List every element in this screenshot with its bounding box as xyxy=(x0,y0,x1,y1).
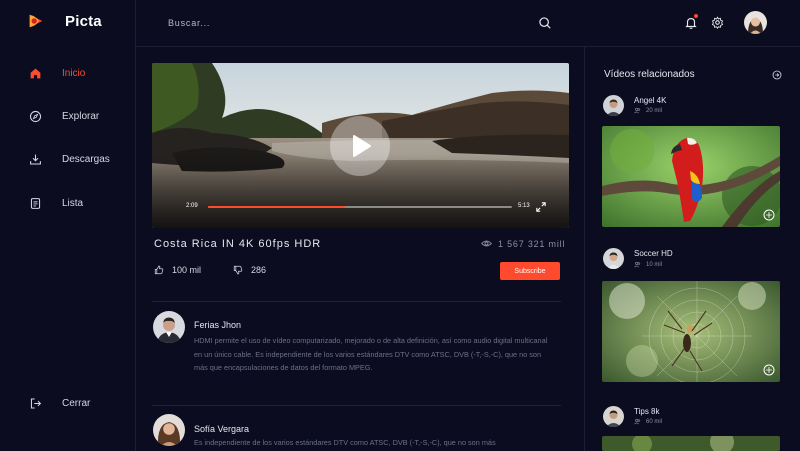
sidebar-item-label: Explorar xyxy=(62,111,100,122)
sidebar: Picta Inicio Explorar Descargas Lista Ce… xyxy=(0,0,136,451)
channel-avatar[interactable] xyxy=(603,248,624,269)
comment-author: Ferias Jhon xyxy=(194,320,242,330)
dislike-count: 286 xyxy=(251,265,267,275)
search-input[interactable] xyxy=(168,15,528,31)
like-count: 100 mil xyxy=(172,265,202,275)
logout-icon xyxy=(30,398,42,409)
channel-subs: 60 mil xyxy=(634,418,662,425)
comment-text: Es independiente de los varios estándare… xyxy=(194,438,496,447)
users-icon xyxy=(634,261,641,268)
channel-subs: 20 mil xyxy=(634,107,662,114)
eye-icon xyxy=(481,240,492,247)
sidebar-item-label: Descargas xyxy=(62,154,110,165)
channel-subs: 10 mil xyxy=(634,261,662,268)
progress-fill xyxy=(208,206,345,208)
video-title: Costa Rica IN 4K 60fps HDR xyxy=(154,238,322,250)
users-icon xyxy=(634,107,641,114)
comment-text: HDMI permite el uso de vídeo computariza… xyxy=(194,336,548,372)
download-icon xyxy=(30,154,41,165)
sidebar-item-inicio[interactable]: Inicio xyxy=(29,67,85,80)
dislike-button[interactable]: 286 xyxy=(233,265,266,275)
view-count: 1 567 321 mill xyxy=(481,238,565,249)
channel-avatar[interactable] xyxy=(603,95,624,116)
related-thumbnail[interactable] xyxy=(602,281,780,382)
network-badge-icon xyxy=(763,209,775,221)
comment-avatar[interactable] xyxy=(153,311,185,343)
comment-avatar[interactable] xyxy=(153,414,185,446)
subscribe-button[interactable]: Subscribe xyxy=(500,262,560,280)
sidebar-item-lista[interactable]: Lista xyxy=(29,197,83,210)
related-title: Vídeos relacionados xyxy=(604,69,695,80)
sidebar-item-label: Lista xyxy=(62,198,84,209)
channel-name[interactable]: Tips 8k xyxy=(634,407,660,416)
view-count-text: 1 567 321 mill xyxy=(498,238,566,249)
thumbs-up-icon xyxy=(154,265,164,275)
home-icon xyxy=(30,68,41,79)
channel-name[interactable]: Angel 4K xyxy=(634,96,666,105)
network-badge-icon xyxy=(763,364,775,376)
logout-label: Cerrar xyxy=(62,398,91,409)
bell-icon[interactable] xyxy=(684,16,698,30)
users-icon xyxy=(634,418,641,425)
brand[interactable]: Picta xyxy=(27,12,102,30)
logout-button[interactable]: Cerrar xyxy=(29,397,90,410)
fullscreen-icon[interactable] xyxy=(536,202,546,212)
channel-avatar[interactable] xyxy=(603,406,624,427)
play-button[interactable] xyxy=(330,116,390,176)
like-button[interactable]: 100 mil xyxy=(154,265,201,275)
gear-icon[interactable] xyxy=(711,16,724,29)
comment-author: Sofía Vergara xyxy=(194,424,250,434)
sidebar-item-explorar[interactable]: Explorar xyxy=(29,110,99,123)
thumbs-down-icon xyxy=(233,265,243,275)
search-icon[interactable] xyxy=(538,16,552,30)
arrow-right-circle-icon[interactable] xyxy=(772,70,782,80)
notification-dot xyxy=(694,14,698,18)
user-avatar[interactable] xyxy=(744,11,767,34)
top-header xyxy=(136,0,800,47)
duration-time: 5:13 xyxy=(518,203,530,209)
brand-name: Picta xyxy=(65,12,102,30)
picta-logo-icon xyxy=(29,14,43,28)
compass-icon xyxy=(29,110,42,123)
channel-name[interactable]: Soccer HD xyxy=(634,249,673,258)
current-time: 2:09 xyxy=(186,203,198,209)
related-thumbnail[interactable] xyxy=(602,436,780,451)
play-icon xyxy=(353,135,371,157)
progress-bar[interactable] xyxy=(208,206,512,208)
sidebar-item-label: Inicio xyxy=(62,68,86,79)
divider xyxy=(152,301,561,302)
divider xyxy=(152,405,561,406)
list-icon xyxy=(30,198,41,209)
sidebar-item-descargas[interactable]: Descargas xyxy=(29,153,110,166)
related-thumbnail[interactable] xyxy=(602,126,780,227)
